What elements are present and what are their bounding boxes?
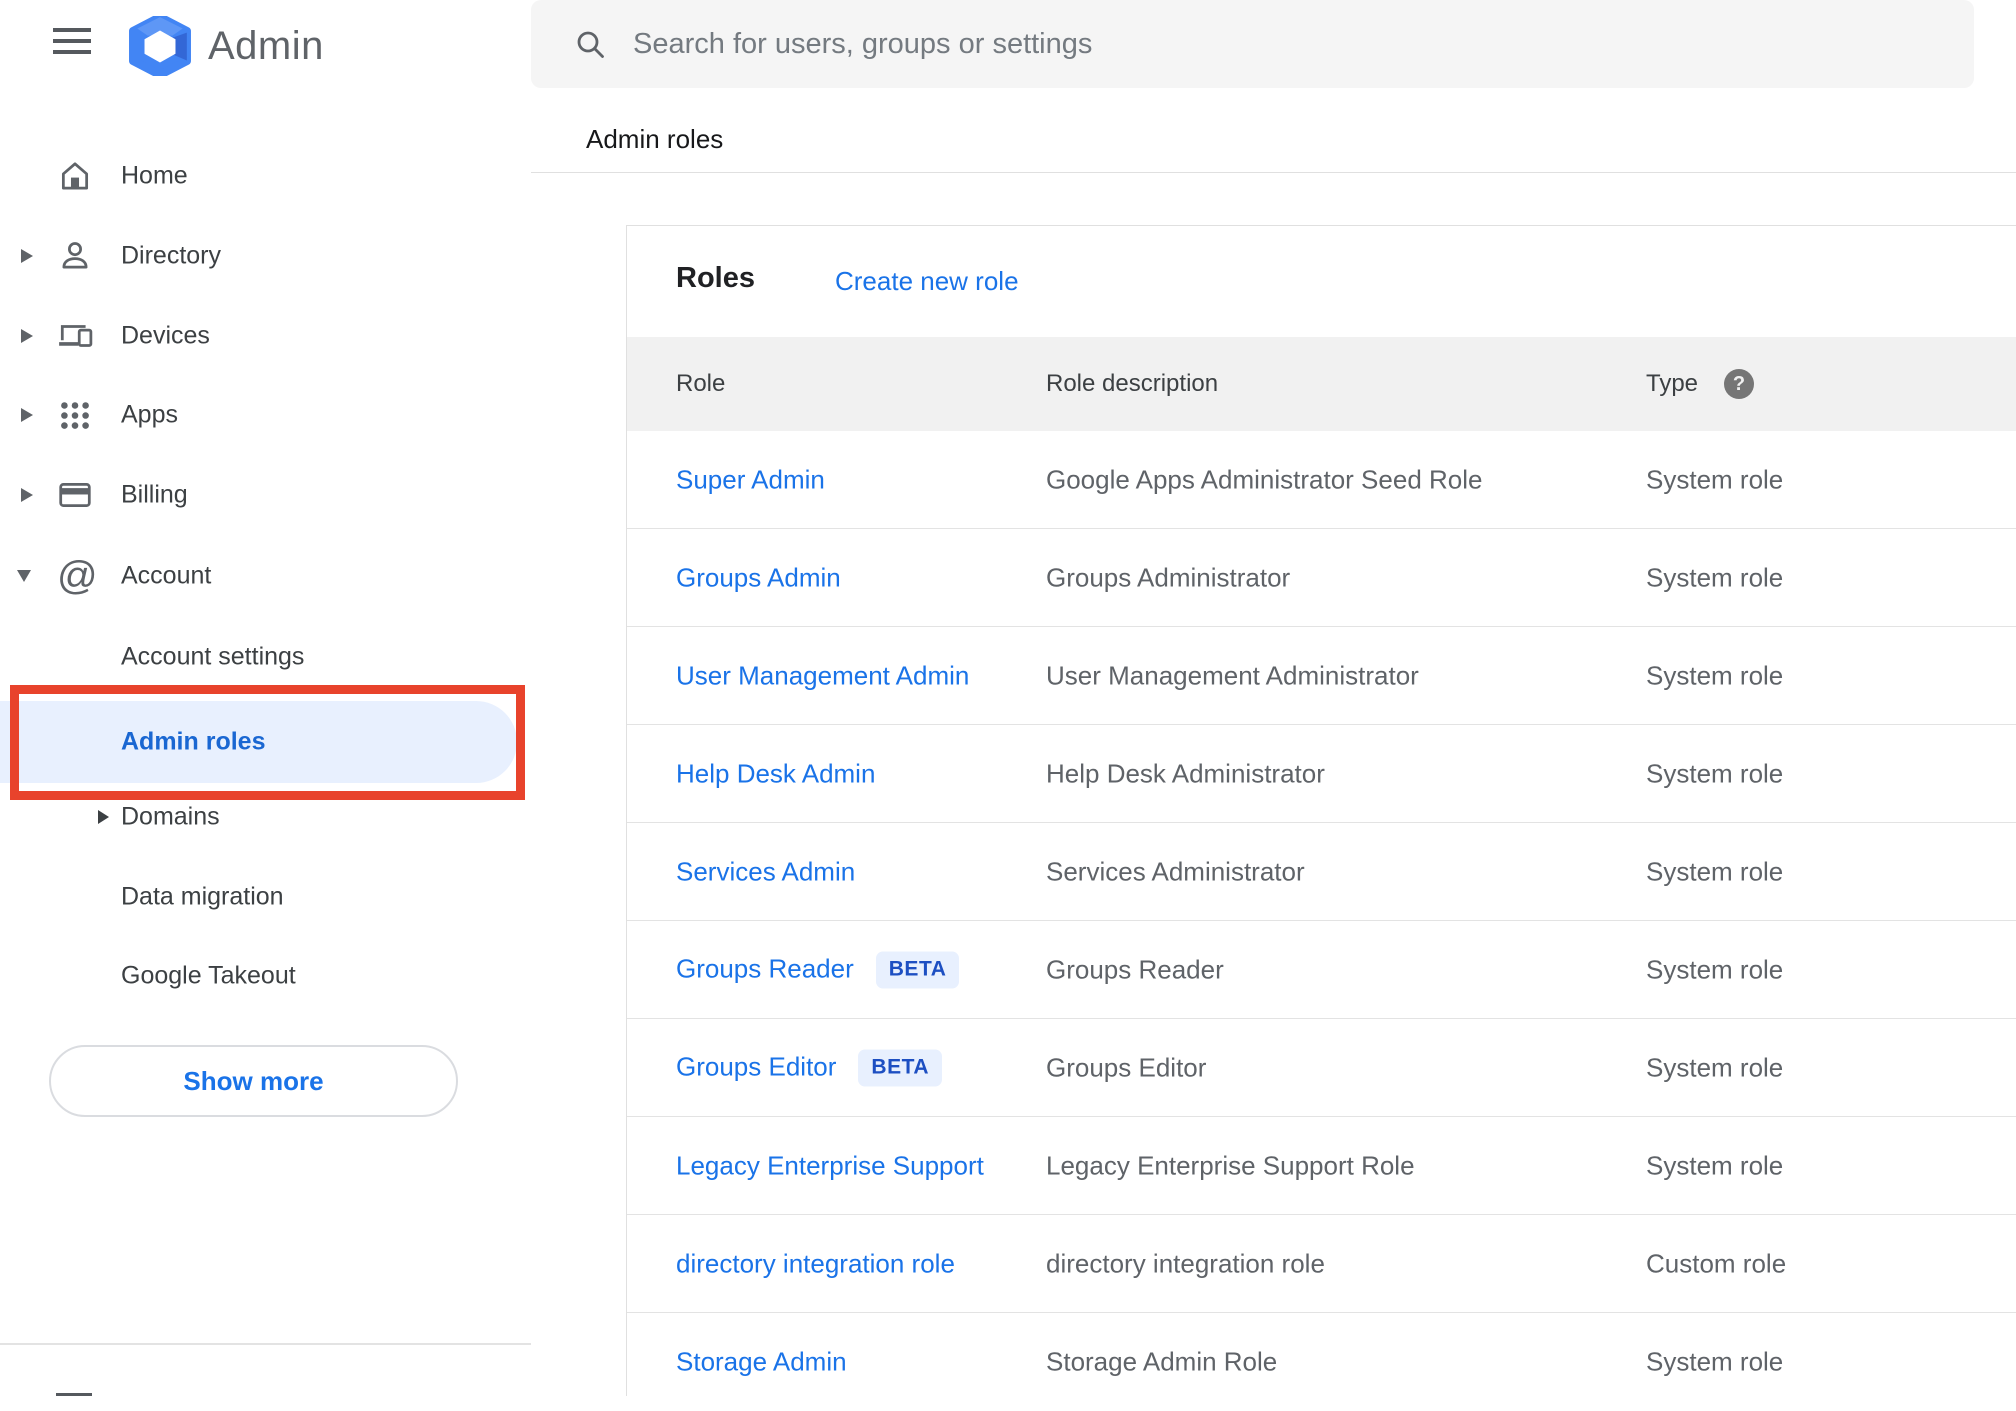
role-link[interactable]: Legacy Enterprise Support <box>676 1150 984 1181</box>
role-link[interactable]: Groups Reader BETA <box>676 951 960 988</box>
breadcrumb: Admin roles <box>586 124 724 154</box>
beta-badge: BETA <box>858 1049 943 1086</box>
role-type: System role <box>1646 856 1784 886</box>
sidebar-item-label: Domains <box>121 802 220 831</box>
sidebar-bottom-divider <box>0 1343 531 1345</box>
role-description: Storage Admin Role <box>1046 1346 1278 1377</box>
table-row: Legacy Enterprise Support Legacy Enterpr… <box>627 1117 2016 1215</box>
menu-hamburger-icon[interactable] <box>53 28 91 56</box>
role-type: System role <box>1646 1150 1784 1180</box>
expand-chevron-icon[interactable] <box>98 810 109 824</box>
column-header-role: Role <box>676 370 726 397</box>
role-description: Legacy Enterprise Support Role <box>1046 1150 1415 1180</box>
column-header-type: Type ? <box>1646 369 1755 399</box>
create-new-role-link[interactable]: Create new role <box>835 266 1019 297</box>
role-description: Help Desk Administrator <box>1046 758 1325 788</box>
show-more-button[interactable]: Show more <box>49 1045 458 1117</box>
sidebar-item-devices[interactable]: Devices <box>0 312 531 360</box>
table-row: Groups Editor BETA Groups Editor System r… <box>627 1019 2016 1117</box>
sidebar-item-label: Admin roles <box>121 727 266 756</box>
role-link[interactable]: User Management Admin <box>676 660 969 691</box>
role-type: System role <box>1646 1346 1784 1377</box>
collapse-chevron-icon[interactable] <box>17 570 31 582</box>
sidebar-item-billing[interactable]: Billing <box>0 471 531 519</box>
apps-grid-icon <box>61 402 89 429</box>
search-input[interactable] <box>631 26 1831 62</box>
role-type: System role <box>1646 464 1784 494</box>
sidebar-item-google-takeout[interactable]: Google Takeout <box>0 952 531 1000</box>
table-row: Help Desk Admin Help Desk Administrator … <box>627 725 2016 823</box>
role-link[interactable]: Groups Admin <box>676 562 841 593</box>
expand-chevron-icon[interactable] <box>21 408 33 422</box>
credit-card-icon <box>59 483 91 507</box>
roles-card-title: Roles <box>676 262 755 294</box>
role-link[interactable]: Groups Editor BETA <box>676 1049 943 1086</box>
role-link[interactable]: directory integration role <box>676 1248 955 1279</box>
role-description: directory integration role <box>1046 1248 1325 1278</box>
role-type: System role <box>1646 954 1784 984</box>
sidebar-item-label: Apps <box>121 400 178 429</box>
role-type: System role <box>1646 660 1784 690</box>
sidebar-item-label: Account <box>121 561 212 590</box>
expand-chevron-icon[interactable] <box>21 329 33 343</box>
sidebar-item-admin-roles-active[interactable]: Admin roles <box>0 701 517 783</box>
search-icon <box>577 31 604 58</box>
role-description: User Management Administrator <box>1046 660 1419 690</box>
role-type: Custom role <box>1646 1248 1787 1278</box>
role-link[interactable]: Help Desk Admin <box>676 758 875 789</box>
role-description: Groups Editor <box>1046 1052 1207 1082</box>
sidebar-item-apps[interactable]: Apps <box>0 391 531 439</box>
sidebar-item-domains[interactable]: Domains <box>0 793 531 841</box>
sidebar-item-directory[interactable]: Directory <box>0 232 531 280</box>
table-row: Groups Reader BETA Groups Reader System r… <box>627 921 2016 1019</box>
type-help-icon[interactable]: ? <box>1724 369 1755 399</box>
sidebar-item-label: Devices <box>121 321 210 350</box>
role-type: System role <box>1646 562 1784 592</box>
beta-badge: BETA <box>875 951 960 988</box>
sidebar-item-data-migration[interactable]: Data migration <box>0 873 531 921</box>
roles-table-body: Super Admin Google Apps Administrator Se… <box>627 431 2016 1411</box>
role-description: Groups Administrator <box>1046 562 1291 592</box>
sidebar-item-label: Google Takeout <box>121 961 296 990</box>
table-row: directory integration role directory int… <box>627 1215 2016 1313</box>
sidebar-item-label: Directory <box>121 241 222 270</box>
expand-chevron-icon[interactable] <box>21 249 33 263</box>
role-description: Groups Reader <box>1046 954 1224 984</box>
role-link[interactable]: Storage Admin <box>676 1347 847 1378</box>
sidebar-item-label: Data migration <box>121 882 284 911</box>
sidebar-item-label: Home <box>121 161 188 190</box>
sidebar-item-account[interactable]: @ Account <box>0 552 531 600</box>
sidebar-item-label: Billing <box>121 480 188 509</box>
role-type: System role <box>1646 1052 1784 1082</box>
table-row: Services Admin Services Administrator Sy… <box>627 823 2016 921</box>
role-type: System role <box>1646 758 1784 788</box>
product-title: Admin <box>208 24 324 68</box>
admin-hexagon-logo-icon <box>129 16 191 76</box>
table-row: Storage Admin Storage Admin Role System … <box>627 1313 2016 1411</box>
show-more-label: Show more <box>183 1065 324 1096</box>
roles-table-header: Role Role description Type ? <box>627 337 2016 431</box>
roles-card-top-border <box>626 225 2016 226</box>
at-sign-icon: @ <box>57 554 98 598</box>
table-row: User Management Admin User Management Ad… <box>627 627 2016 725</box>
role-description: Services Administrator <box>1046 856 1305 886</box>
table-row: Super Admin Google Apps Administrator Se… <box>627 431 2016 529</box>
devices-icon <box>59 325 93 347</box>
role-link[interactable]: Services Admin <box>676 856 855 887</box>
person-icon <box>62 242 88 269</box>
home-icon <box>61 162 89 190</box>
content-divider <box>531 172 2016 173</box>
role-description: Google Apps Administrator Seed Role <box>1046 464 1483 494</box>
sidebar-item-home[interactable]: Home <box>0 152 531 200</box>
sidebar-item-account-settings[interactable]: Account settings <box>0 633 531 681</box>
sidebar-item-label: Account settings <box>121 642 305 671</box>
expand-chevron-icon[interactable] <box>21 488 33 502</box>
table-row: Groups Admin Groups Administrator System… <box>627 529 2016 627</box>
search-bar[interactable] <box>531 0 1974 88</box>
role-link[interactable]: Super Admin <box>676 464 825 495</box>
column-header-role-description: Role description <box>1046 370 1219 397</box>
